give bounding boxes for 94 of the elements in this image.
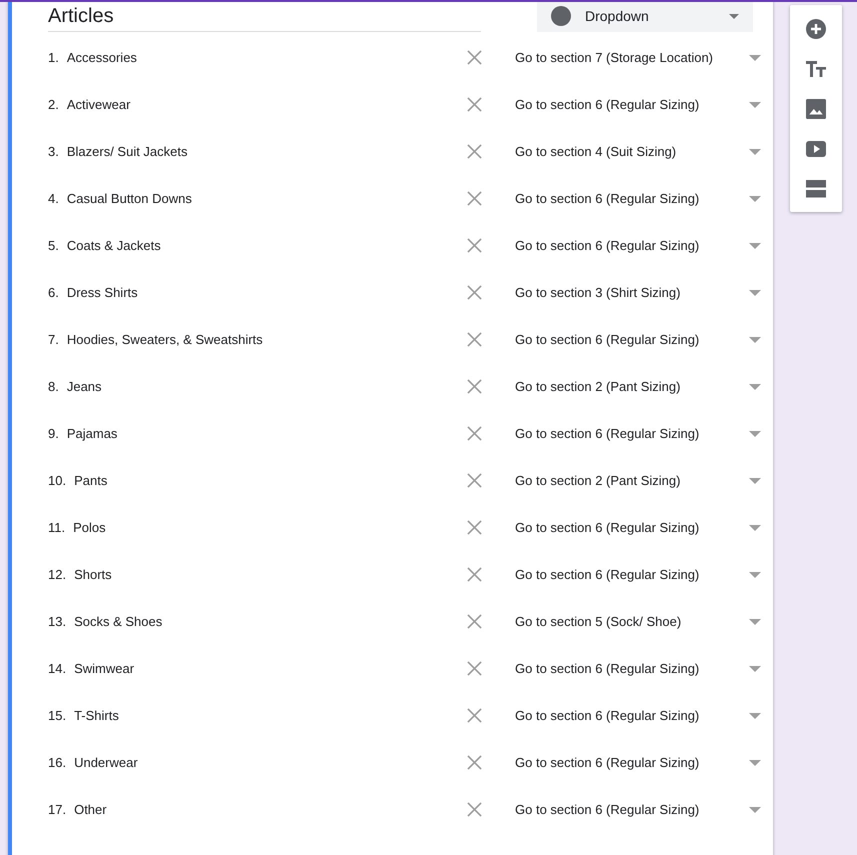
option-label[interactable]: Jeans <box>66 379 467 394</box>
close-icon[interactable] <box>467 332 482 347</box>
close-icon[interactable] <box>467 97 482 112</box>
close-icon[interactable] <box>467 473 482 488</box>
option-label[interactable]: Blazers/ Suit Jackets <box>66 144 467 159</box>
close-icon[interactable] <box>467 144 482 159</box>
option-number: 13. <box>48 614 66 629</box>
option-number: 7. <box>48 332 59 347</box>
close-icon[interactable] <box>467 426 482 441</box>
question-title-field[interactable]: Articles <box>48 2 481 32</box>
caret-icon <box>749 336 761 342</box>
close-icon[interactable] <box>467 802 482 817</box>
option-number: 9. <box>48 426 59 441</box>
option-number: 1. <box>48 50 59 65</box>
caret-icon <box>729 14 739 18</box>
close-icon[interactable] <box>467 379 482 394</box>
caret-icon <box>749 148 761 154</box>
caret-icon <box>749 54 761 60</box>
caret-icon <box>749 806 761 812</box>
option-number: 11. <box>48 520 66 535</box>
section-dropdown[interactable]: Go to section 6 (Regular Sizing) <box>515 238 773 253</box>
close-icon[interactable] <box>467 285 482 300</box>
close-icon[interactable] <box>467 50 482 65</box>
option-label[interactable]: Casual Button Downs <box>66 191 467 206</box>
close-icon[interactable] <box>467 238 482 253</box>
option-number: 5. <box>48 238 59 253</box>
section-dropdown[interactable]: Go to section 5 (Sock/ Shoe) <box>515 614 773 629</box>
close-icon[interactable] <box>467 708 482 723</box>
section-dropdown[interactable]: Go to section 6 (Regular Sizing) <box>515 567 773 582</box>
section-dropdown[interactable]: Go to section 6 (Regular Sizing) <box>515 708 773 723</box>
section-dropdown[interactable]: Go to section 2 (Pant Sizing) <box>515 473 773 488</box>
option-label[interactable]: Pants <box>74 473 467 488</box>
section-dropdown[interactable]: Go to section 6 (Regular Sizing) <box>515 191 773 206</box>
circle-icon <box>551 6 571 26</box>
close-icon[interactable] <box>467 755 482 770</box>
section-dropdown[interactable]: Go to section 6 (Regular Sizing) <box>515 661 773 676</box>
option-number: 15. <box>48 708 66 723</box>
option-number: 14. <box>48 661 66 676</box>
close-icon[interactable] <box>467 520 482 535</box>
caret-icon <box>749 524 761 530</box>
option-label[interactable]: Polos <box>73 520 467 535</box>
option-label[interactable]: Dress Shirts <box>66 285 467 300</box>
option-number: 3. <box>48 144 59 159</box>
caret-icon <box>749 478 761 484</box>
section-dropdown[interactable]: Go to section 6 (Regular Sizing) <box>515 332 773 347</box>
option-label[interactable]: Hoodies, Sweaters, & Sweatshirts <box>66 332 467 347</box>
close-icon[interactable] <box>467 191 482 206</box>
option-number: 2. <box>48 97 59 112</box>
section-dropdown[interactable]: Go to section 4 (Suit Sizing) <box>515 144 773 159</box>
option-number: 12. <box>48 567 66 582</box>
section-dropdown[interactable]: Go to section 6 (Regular Sizing) <box>515 520 773 535</box>
section-dropdown[interactable]: Go to section 6 (Regular Sizing) <box>515 97 773 112</box>
caret-icon <box>749 760 761 766</box>
option-label[interactable]: Coats & Jackets <box>66 238 467 253</box>
section-icon[interactable] <box>806 179 826 199</box>
option-number: 17. <box>48 802 66 817</box>
option-label[interactable]: Accessories <box>66 50 467 65</box>
add-icon[interactable] <box>806 19 826 39</box>
close-icon[interactable] <box>467 567 482 582</box>
section-dropdown[interactable]: Go to section 6 (Regular Sizing) <box>515 802 773 817</box>
option-number: 16. <box>48 755 66 770</box>
option-number: 10. <box>48 473 66 488</box>
caret-icon <box>749 712 761 718</box>
section-dropdown[interactable]: Go to section 2 (Pant Sizing) <box>515 379 773 394</box>
caret-icon <box>749 242 761 248</box>
option-label[interactable]: Shorts <box>74 567 467 582</box>
caret-icon <box>749 384 761 390</box>
section-dropdown[interactable]: Go to section 7 (Storage Location) <box>515 50 773 65</box>
question-type-dropdown[interactable]: Dropdown <box>537 2 753 32</box>
image-icon[interactable] <box>806 99 826 119</box>
option-number: 8. <box>48 379 59 394</box>
close-icon[interactable] <box>467 661 482 676</box>
option-label[interactable]: Socks & Shoes <box>74 614 467 629</box>
option-label[interactable]: Swimwear <box>74 661 467 676</box>
caret-icon <box>749 430 761 436</box>
section-dropdown[interactable]: Go to section 3 (Shirt Sizing) <box>515 285 773 300</box>
caret-icon <box>749 666 761 672</box>
option-number: 4. <box>48 191 59 206</box>
caret-icon <box>749 572 761 578</box>
caret-icon <box>749 102 761 108</box>
option-label[interactable]: Underwear <box>74 755 467 770</box>
text-size-icon[interactable] <box>806 59 826 79</box>
option-label[interactable]: Pajamas <box>66 426 467 441</box>
caret-icon <box>749 618 761 624</box>
caret-icon <box>749 196 761 202</box>
close-icon[interactable] <box>467 614 482 629</box>
option-number: 6. <box>48 285 59 300</box>
option-label[interactable]: T-Shirts <box>74 708 467 723</box>
option-label[interactable]: Activewear <box>66 97 467 112</box>
option-label[interactable]: Other <box>74 802 467 817</box>
section-dropdown[interactable]: Go to section 6 (Regular Sizing) <box>515 755 773 770</box>
section-dropdown[interactable]: Go to section 6 (Regular Sizing) <box>515 426 773 441</box>
video-icon[interactable] <box>806 139 826 159</box>
caret-icon <box>749 290 761 296</box>
